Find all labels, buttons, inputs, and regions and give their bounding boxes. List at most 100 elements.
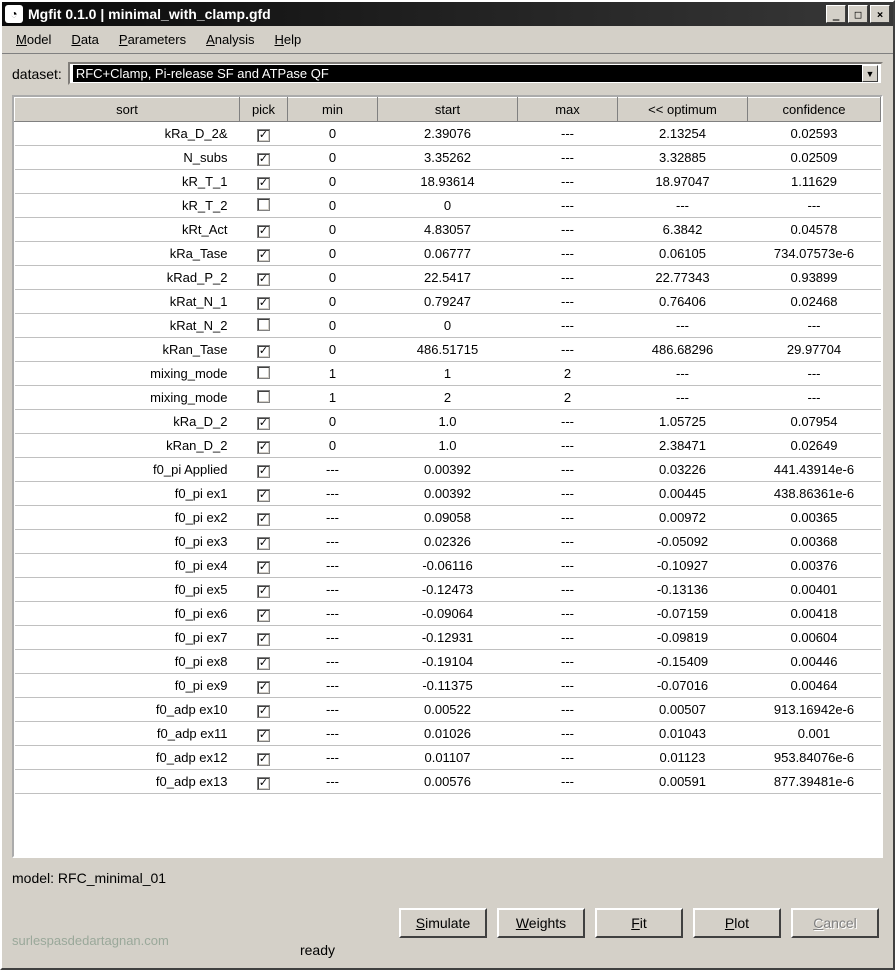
cell-pick[interactable]: ✓ (240, 458, 288, 482)
checkbox-icon[interactable]: ✓ (257, 633, 270, 646)
table-row[interactable]: kRan_Tase✓0486.51715---486.6829629.97704 (15, 338, 881, 362)
checkbox-icon[interactable] (257, 318, 270, 331)
menu-parameters[interactable]: Parameters (111, 30, 194, 49)
table-row[interactable]: kRa_D_2✓01.0---1.057250.07954 (15, 410, 881, 434)
table-row[interactable]: f0_pi ex9✓----0.11375----0.070160.00464 (15, 674, 881, 698)
checkbox-icon[interactable]: ✓ (257, 225, 270, 238)
checkbox-icon[interactable]: ✓ (257, 585, 270, 598)
table-row[interactable]: f0_pi ex6✓----0.09064----0.071590.00418 (15, 602, 881, 626)
dataset-combo[interactable]: RFC+Clamp, Pi-release SF and ATPase QF ▼ (68, 62, 883, 85)
table-row[interactable]: f0_adp ex13✓---0.00576---0.00591877.3948… (15, 770, 881, 794)
checkbox-icon[interactable]: ✓ (257, 753, 270, 766)
menu-model[interactable]: Model (8, 30, 59, 49)
table-row[interactable]: f0_adp ex12✓---0.01107---0.01123953.8407… (15, 746, 881, 770)
checkbox-icon[interactable] (257, 366, 270, 379)
checkbox-icon[interactable] (257, 198, 270, 211)
checkbox-icon[interactable]: ✓ (257, 513, 270, 526)
checkbox-icon[interactable]: ✓ (257, 129, 270, 142)
checkbox-icon[interactable]: ✓ (257, 153, 270, 166)
table-row[interactable]: kRan_D_2✓01.0---2.384710.02649 (15, 434, 881, 458)
fit-button[interactable]: Fit (595, 908, 683, 938)
checkbox-icon[interactable]: ✓ (257, 465, 270, 478)
cell-pick[interactable] (240, 314, 288, 338)
cell-pick[interactable]: ✓ (240, 698, 288, 722)
cell-pick[interactable]: ✓ (240, 530, 288, 554)
checkbox-icon[interactable]: ✓ (257, 177, 270, 190)
cancel-button[interactable]: Cancel (791, 908, 879, 938)
close-button[interactable]: × (870, 5, 890, 23)
col-sort[interactable]: sort (15, 98, 240, 122)
cell-pick[interactable]: ✓ (240, 482, 288, 506)
minimize-button[interactable]: _ (826, 5, 846, 23)
title-bar[interactable]: ◔ Mgfit 0.1.0 | minimal_with_clamp.gfd _… (2, 2, 893, 26)
table-row[interactable]: kR_T_1✓018.93614---18.970471.11629 (15, 170, 881, 194)
menu-analysis[interactable]: Analysis (198, 30, 262, 49)
cell-pick[interactable]: ✓ (240, 242, 288, 266)
cell-pick[interactable]: ✓ (240, 218, 288, 242)
table-row[interactable]: kRa_Tase✓00.06777---0.06105734.07573e-6 (15, 242, 881, 266)
cell-pick[interactable]: ✓ (240, 674, 288, 698)
checkbox-icon[interactable]: ✓ (257, 345, 270, 358)
weights-button[interactable]: Weights (497, 908, 585, 938)
cell-pick[interactable]: ✓ (240, 266, 288, 290)
checkbox-icon[interactable]: ✓ (257, 561, 270, 574)
cell-pick[interactable]: ✓ (240, 722, 288, 746)
table-row[interactable]: kR_T_200--------- (15, 194, 881, 218)
table-row[interactable]: f0_pi ex1✓---0.00392---0.00445438.86361e… (15, 482, 881, 506)
cell-pick[interactable]: ✓ (240, 434, 288, 458)
cell-pick[interactable]: ✓ (240, 626, 288, 650)
checkbox-icon[interactable]: ✓ (257, 441, 270, 454)
checkbox-icon[interactable]: ✓ (257, 273, 270, 286)
cell-pick[interactable]: ✓ (240, 170, 288, 194)
col-start[interactable]: start (378, 98, 518, 122)
cell-pick[interactable]: ✓ (240, 650, 288, 674)
table-row[interactable]: kRat_N_1✓00.79247---0.764060.02468 (15, 290, 881, 314)
table-row[interactable]: f0_pi ex7✓----0.12931----0.098190.00604 (15, 626, 881, 650)
cell-pick[interactable]: ✓ (240, 410, 288, 434)
col-confidence[interactable]: confidence (748, 98, 881, 122)
col-max[interactable]: max (518, 98, 618, 122)
table-row[interactable]: kRt_Act✓04.83057---6.38420.04578 (15, 218, 881, 242)
table-row[interactable]: f0_pi ex8✓----0.19104----0.154090.00446 (15, 650, 881, 674)
maximize-button[interactable]: □ (848, 5, 868, 23)
table-row[interactable]: N_subs✓03.35262---3.328850.02509 (15, 146, 881, 170)
cell-pick[interactable]: ✓ (240, 146, 288, 170)
table-row[interactable]: kRad_P_2✓022.5417---22.773430.93899 (15, 266, 881, 290)
checkbox-icon[interactable]: ✓ (257, 729, 270, 742)
cell-pick[interactable]: ✓ (240, 578, 288, 602)
checkbox-icon[interactable]: ✓ (257, 489, 270, 502)
checkbox-icon[interactable]: ✓ (257, 537, 270, 550)
table-row[interactable]: f0_pi ex5✓----0.12473----0.131360.00401 (15, 578, 881, 602)
table-row[interactable]: f0_pi Applied✓---0.00392---0.03226441.43… (15, 458, 881, 482)
cell-pick[interactable]: ✓ (240, 602, 288, 626)
table-row[interactable]: f0_adp ex10✓---0.00522---0.00507913.1694… (15, 698, 881, 722)
simulate-button[interactable]: Simulate (399, 908, 487, 938)
table-row[interactable]: f0_pi ex3✓---0.02326----0.050920.00368 (15, 530, 881, 554)
checkbox-icon[interactable]: ✓ (257, 609, 270, 622)
chevron-down-icon[interactable]: ▼ (862, 65, 878, 82)
table-row[interactable]: kRat_N_200--------- (15, 314, 881, 338)
checkbox-icon[interactable]: ✓ (257, 777, 270, 790)
checkbox-icon[interactable]: ✓ (257, 417, 270, 430)
checkbox-icon[interactable] (257, 390, 270, 403)
cell-pick[interactable] (240, 362, 288, 386)
cell-pick[interactable] (240, 386, 288, 410)
checkbox-icon[interactable]: ✓ (257, 681, 270, 694)
plot-button[interactable]: Plot (693, 908, 781, 938)
checkbox-icon[interactable]: ✓ (257, 657, 270, 670)
col-optimum[interactable]: << optimum (618, 98, 748, 122)
table-row[interactable]: f0_pi ex2✓---0.09058---0.009720.00365 (15, 506, 881, 530)
table-row[interactable]: f0_adp ex11✓---0.01026---0.010430.001 (15, 722, 881, 746)
cell-pick[interactable]: ✓ (240, 122, 288, 146)
checkbox-icon[interactable]: ✓ (257, 705, 270, 718)
table-row[interactable]: mixing_mode112------ (15, 362, 881, 386)
col-pick[interactable]: pick (240, 98, 288, 122)
table-row[interactable]: kRa_D_2&✓02.39076---2.132540.02593 (15, 122, 881, 146)
cell-pick[interactable]: ✓ (240, 770, 288, 794)
col-min[interactable]: min (288, 98, 378, 122)
cell-pick[interactable]: ✓ (240, 554, 288, 578)
checkbox-icon[interactable]: ✓ (257, 297, 270, 310)
menu-data[interactable]: Data (63, 30, 106, 49)
table-row[interactable]: mixing_mode122------ (15, 386, 881, 410)
cell-pick[interactable]: ✓ (240, 746, 288, 770)
